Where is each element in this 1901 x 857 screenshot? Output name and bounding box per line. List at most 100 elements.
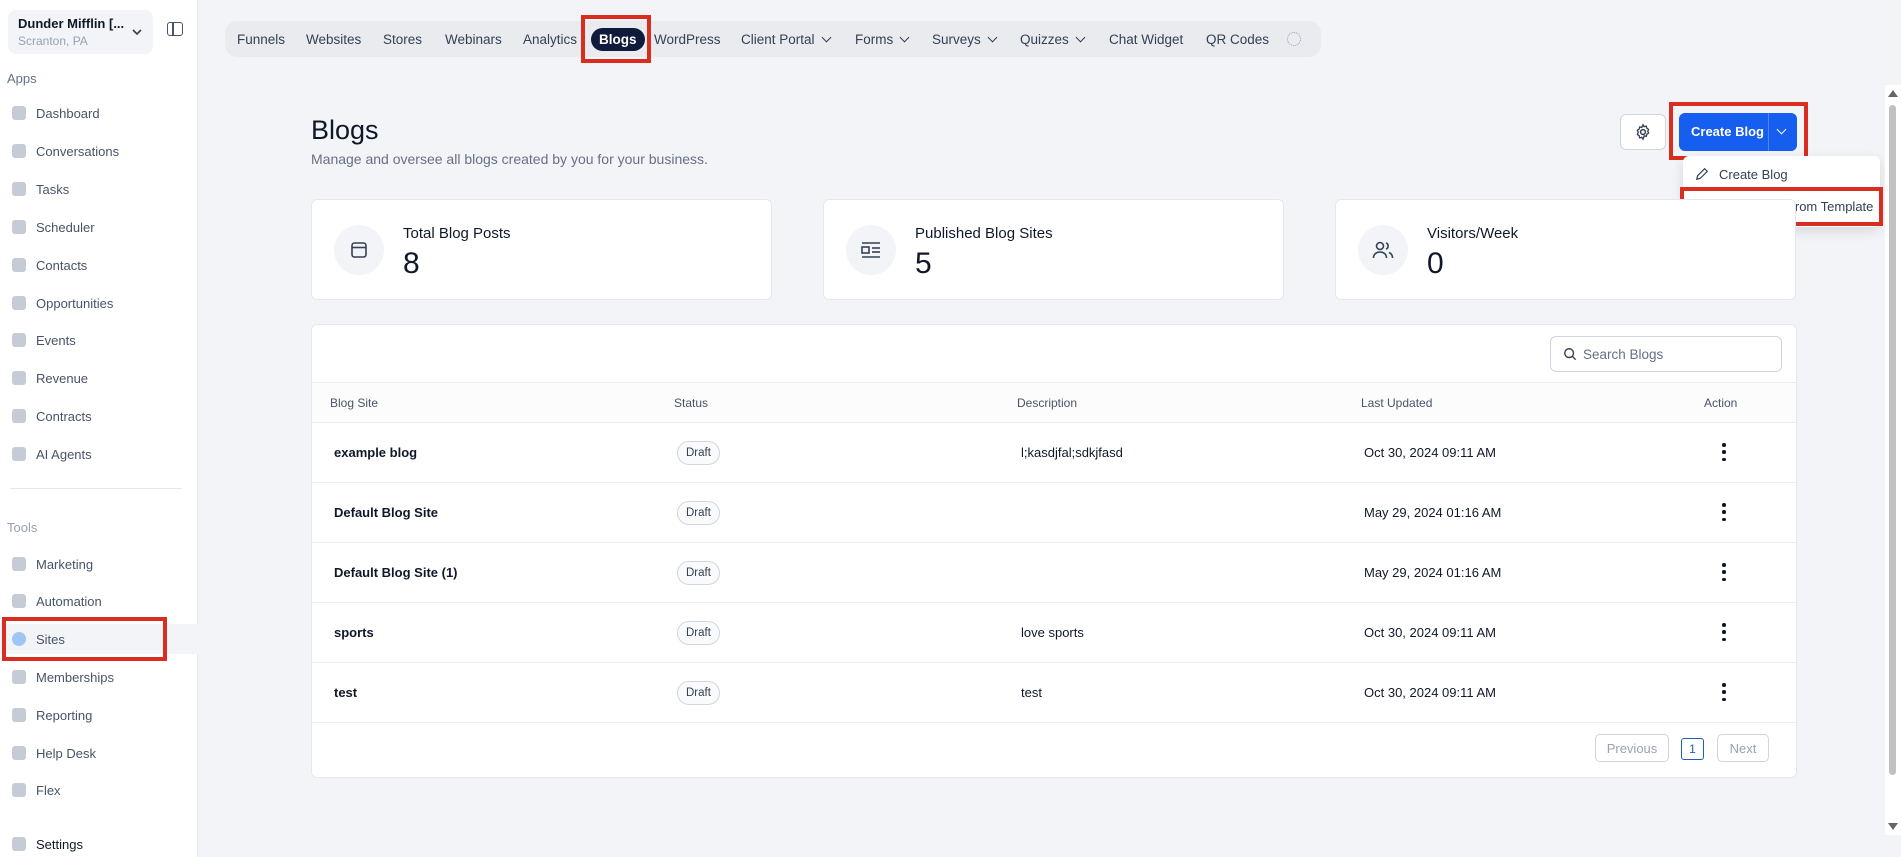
- status-badge: Draft: [677, 681, 720, 705]
- dropdown-item-label: Create Blog: [1719, 166, 1788, 182]
- search-icon: [1564, 348, 1577, 361]
- blog-site-name[interactable]: Default Blog Site (1): [334, 565, 458, 580]
- search-box[interactable]: [1550, 336, 1782, 372]
- table-row[interactable]: Default Blog Site (1) Draft May 29, 2024…: [312, 543, 1796, 603]
- column-header-action: Action: [1704, 396, 1738, 410]
- stat-label: Published Blog Sites: [915, 225, 1053, 242]
- tab-qr-codes[interactable]: QR Codes: [1206, 28, 1269, 51]
- sidebar-item-label: Memberships: [36, 669, 115, 685]
- blog-site-name[interactable]: example blog: [334, 445, 417, 460]
- top-tab-bar: Funnels Websites Stores Webinars Analyti…: [225, 21, 1321, 57]
- tab-wordpress[interactable]: WordPress: [654, 28, 721, 51]
- sidebar-item-contacts[interactable]: Contacts: [0, 250, 198, 280]
- tab-funnels[interactable]: Funnels: [237, 28, 285, 51]
- account-location: Scranton, PA: [18, 34, 88, 48]
- scrollbar-thumb[interactable]: [1889, 105, 1896, 775]
- sidebar-item-opportunities[interactable]: Opportunities: [0, 288, 198, 318]
- tab-client-portal[interactable]: Client Portal: [741, 28, 831, 51]
- sidebar-item-marketing[interactable]: Marketing: [0, 549, 198, 579]
- dropdown-create-blog[interactable]: Create Blog: [1683, 160, 1880, 188]
- page-number-button[interactable]: 1: [1681, 738, 1704, 760]
- tab-chat-widget[interactable]: Chat Widget: [1109, 28, 1183, 51]
- sidebar-item-conversations[interactable]: Conversations: [0, 136, 198, 166]
- stat-card-visitors: Visitors/Week 0: [1335, 199, 1796, 300]
- tab-webinars[interactable]: Webinars: [445, 28, 502, 51]
- page-scrollbar[interactable]: [1885, 85, 1901, 835]
- stat-value: 0: [1427, 247, 1444, 280]
- sidebar-divider: [10, 488, 182, 489]
- last-updated: May 29, 2024 01:16 AM: [1364, 565, 1502, 580]
- sidebar-item-contracts[interactable]: Contracts: [0, 401, 198, 431]
- sidebar-item-reporting[interactable]: Reporting: [0, 700, 198, 730]
- sidebar-item-label: Scheduler: [36, 219, 95, 235]
- tab-stores[interactable]: Stores: [383, 28, 422, 51]
- last-updated: May 29, 2024 01:16 AM: [1364, 505, 1502, 520]
- page-subtitle: Manage and oversee all blogs created by …: [311, 151, 708, 167]
- last-updated: Oct 30, 2024 09:11 AM: [1364, 445, 1497, 460]
- stat-card-total-posts: Total Blog Posts 8: [311, 199, 772, 300]
- sidebar-item-memberships[interactable]: Memberships: [0, 662, 198, 692]
- sidebar-item-ai-agents[interactable]: AI Agents: [0, 439, 198, 469]
- tab-analytics[interactable]: Analytics: [523, 28, 577, 51]
- more-actions-icon[interactable]: [1722, 563, 1726, 581]
- sidebar-item-dashboard[interactable]: Dashboard: [0, 98, 198, 128]
- tab-blogs[interactable]: Blogs: [591, 28, 645, 51]
- apps-section-label: Apps: [7, 71, 37, 86]
- sidebar-item-tasks[interactable]: Tasks: [0, 174, 198, 204]
- tab-forms[interactable]: Forms: [855, 28, 910, 51]
- table-row[interactable]: sports Draft love sports Oct 30, 2024 09…: [312, 603, 1796, 663]
- gear-icon: [1636, 123, 1650, 141]
- sidebar-item-automation[interactable]: Automation: [0, 586, 198, 616]
- blog-site-name[interactable]: Default Blog Site: [334, 505, 438, 520]
- table-row[interactable]: Default Blog Site Draft May 29, 2024 01:…: [312, 483, 1796, 543]
- chevron-down-icon: [987, 32, 998, 43]
- calendar-icon: [12, 220, 26, 234]
- column-header-description: Description: [1017, 396, 1078, 410]
- sidebar-item-label: Contracts: [36, 408, 92, 424]
- sidebar-item-label: Sites: [36, 631, 65, 647]
- revenue-icon: [12, 371, 26, 385]
- chevron-down-icon: [899, 32, 910, 43]
- search-input[interactable]: [1583, 346, 1773, 362]
- account-name: Dunder Mifflin [...: [18, 16, 125, 31]
- sidebar-item-events[interactable]: Events: [0, 325, 198, 355]
- more-actions-icon[interactable]: [1722, 443, 1726, 461]
- sidebar-item-label: Help Desk: [36, 745, 96, 761]
- stat-value: 8: [403, 247, 420, 280]
- table-row[interactable]: example blog Draft l;kasdjfal;sdkjfasd O…: [312, 423, 1796, 483]
- button-divider: [1768, 113, 1769, 151]
- scroll-up-icon[interactable]: [1888, 90, 1898, 97]
- tab-quizzes[interactable]: Quizzes: [1020, 28, 1086, 51]
- status-badge: Draft: [677, 561, 720, 585]
- more-actions-icon[interactable]: [1722, 503, 1726, 521]
- status-badge: Draft: [677, 621, 720, 645]
- sidebar-item-settings[interactable]: Settings: [0, 829, 198, 857]
- blog-site-name[interactable]: test: [334, 685, 357, 700]
- sidebar-item-label: Settings: [36, 836, 83, 852]
- chevron-down-icon[interactable]: [1776, 124, 1787, 135]
- more-actions-icon[interactable]: [1722, 683, 1726, 701]
- published-sites-icon: [846, 225, 896, 275]
- sidebar-item-flex[interactable]: Flex: [0, 775, 198, 805]
- sidebar-toggle-icon[interactable]: [167, 22, 183, 36]
- sidebar-item-help-desk[interactable]: Help Desk: [0, 738, 198, 768]
- more-actions-icon[interactable]: [1722, 623, 1726, 641]
- table-row[interactable]: test Draft test Oct 30, 2024 09:11 AM: [312, 663, 1796, 723]
- sidebar-item-scheduler[interactable]: Scheduler: [0, 212, 198, 242]
- column-header-status: Status: [674, 396, 709, 410]
- create-blog-button[interactable]: Create Blog: [1679, 113, 1797, 151]
- blog-description: test: [1021, 685, 1042, 700]
- blog-site-name[interactable]: sports: [334, 625, 374, 640]
- blog-settings-button[interactable]: [1620, 114, 1666, 150]
- account-switcher[interactable]: Dunder Mifflin [... Scranton, PA: [8, 10, 153, 54]
- tab-websites[interactable]: Websites: [306, 28, 361, 51]
- previous-page-button[interactable]: Previous: [1595, 734, 1669, 762]
- scroll-down-icon[interactable]: [1888, 823, 1898, 830]
- sidebar-item-revenue[interactable]: Revenue: [0, 363, 198, 393]
- next-page-button[interactable]: Next: [1717, 734, 1769, 762]
- stat-label: Total Blog Posts: [403, 225, 511, 242]
- gear-icon[interactable]: [1287, 32, 1301, 46]
- tab-label: Quizzes: [1020, 32, 1069, 47]
- tab-surveys[interactable]: Surveys: [932, 28, 998, 51]
- sidebar-item-sites[interactable]: Sites: [0, 624, 198, 654]
